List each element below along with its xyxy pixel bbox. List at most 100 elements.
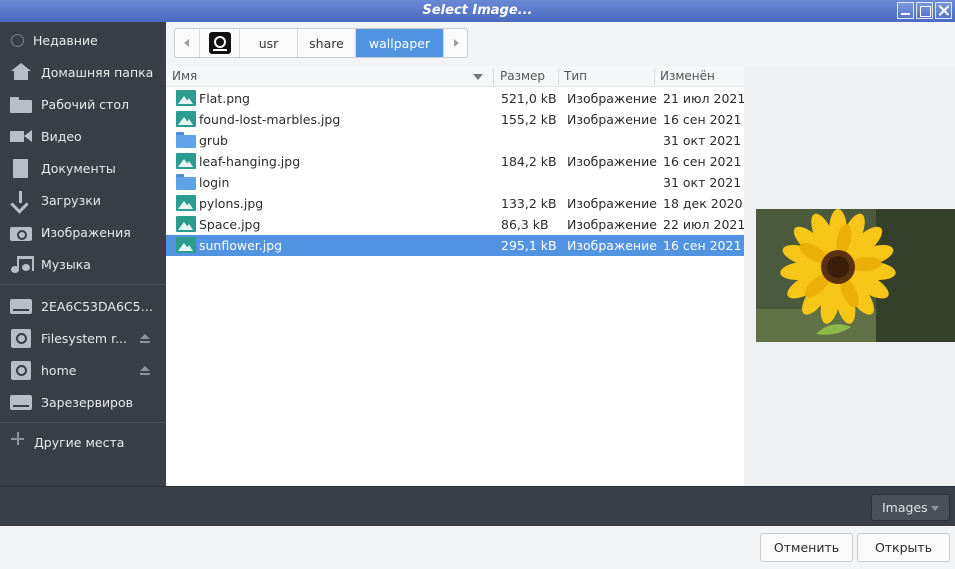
sidebar-item-home-volume[interactable]: home <box>0 356 166 384</box>
folder-icon <box>176 132 196 148</box>
file-size: 521,0 kB <box>501 91 557 106</box>
file-size: 155,2 kB <box>501 112 557 127</box>
file-size: 133,2 kB <box>501 196 557 211</box>
file-size: 295,1 kB <box>501 238 557 253</box>
sidebar-item-pictures[interactable]: Изображения <box>0 218 166 246</box>
column-divider <box>493 68 494 85</box>
file-modified: 16 сен 2021 <box>663 238 742 253</box>
disk-icon <box>9 360 33 380</box>
document-icon <box>9 158 33 178</box>
sidebar-item-desktop[interactable]: Рабочий стол <box>0 90 166 118</box>
file-type: Изображение <box>567 112 657 127</box>
clock-icon <box>11 33 24 47</box>
file-row[interactable]: leaf-hanging.jpg 184,2 kB Изображение 16… <box>166 151 744 172</box>
filter-bar: Images <box>0 486 955 526</box>
music-icon <box>9 254 34 274</box>
sidebar-item-home[interactable]: Домашняя папка <box>0 58 166 86</box>
image-preview-pane <box>744 66 955 486</box>
file-list: Имя Размер Тип Изменён Flat.png 521,0 kB… <box>166 66 746 486</box>
sidebar-item-label: Filesystem r... <box>41 330 127 346</box>
sidebar-item-filesystem[interactable]: Filesystem r... <box>0 324 166 352</box>
file-name: Space.jpg <box>199 217 261 232</box>
file-type: Изображение <box>567 217 657 232</box>
sidebar-item-label: Недавние <box>33 32 98 48</box>
sidebar-item-label: Домашняя папка <box>41 64 154 80</box>
filter-label: Images <box>882 500 928 515</box>
file-modified: 31 окт 2021 <box>663 133 742 148</box>
sidebar-item-label: Загрузки <box>41 192 101 208</box>
path-segment-share[interactable]: share <box>297 29 355 57</box>
folder-row[interactable]: grub 31 окт 2021 <box>166 130 744 151</box>
sort-descending-icon <box>473 74 483 80</box>
video-icon <box>9 126 33 146</box>
file-modified: 16 сен 2021 <box>663 154 742 169</box>
maximize-button[interactable] <box>916 2 933 19</box>
file-row[interactable]: Space.jpg 86,3 kB Изображение 22 июл 202… <box>166 214 746 235</box>
eject-icon[interactable] <box>140 334 150 343</box>
file-row[interactable]: found-lost-marbles.jpg 155,2 kB Изображе… <box>166 109 744 130</box>
action-bar: Отменить Открыть <box>0 526 955 569</box>
close-button[interactable] <box>935 2 952 19</box>
sidebar-item-label: 2EA6C53DA6C50... <box>41 298 156 314</box>
open-button[interactable]: Открыть <box>857 533 950 562</box>
home-icon <box>9 62 33 82</box>
file-type: Изображение <box>567 154 657 169</box>
column-size[interactable]: Размер <box>500 69 545 83</box>
sidebar-item-label: Зарезервиров <box>41 394 134 410</box>
root-drive-icon <box>208 32 231 54</box>
file-modified: 22 июл 2021 <box>663 217 746 232</box>
image-file-icon <box>176 153 196 169</box>
file-type: Изображение <box>567 238 657 253</box>
file-name: sunflower.jpg <box>199 238 283 253</box>
sidebar-item-downloads[interactable]: Загрузки <box>0 186 166 214</box>
download-icon <box>9 190 33 210</box>
path-segment-usr[interactable]: usr <box>239 29 297 57</box>
window-title: Select Image... <box>422 3 533 18</box>
file-type-filter-dropdown[interactable]: Images <box>871 494 950 521</box>
path-back-arrow-icon[interactable] <box>175 29 199 57</box>
file-row[interactable]: Flat.png 521,0 kB Изображение 21 июл 202… <box>166 88 746 109</box>
column-type[interactable]: Тип <box>564 69 587 83</box>
sidebar-item-music[interactable]: Музыка <box>0 250 166 278</box>
path-segment-wallpaper[interactable]: wallpaper <box>355 29 443 57</box>
file-type: Изображение <box>567 91 657 106</box>
drive-icon <box>9 392 33 412</box>
sidebar-item-video[interactable]: Видео <box>0 122 166 150</box>
file-type: Изображение <box>567 196 657 211</box>
sidebar: Недавние Домашняя папка Рабочий стол Вид… <box>0 22 166 486</box>
plus-icon <box>11 432 25 452</box>
file-name: pylons.jpg <box>199 196 264 211</box>
minimize-button[interactable] <box>897 2 914 19</box>
image-file-icon <box>176 216 196 232</box>
folder-row[interactable]: login 31 окт 2021 <box>166 172 744 193</box>
camera-icon <box>9 222 33 242</box>
file-row[interactable]: pylons.jpg 133,2 kB Изображение 18 дек 2… <box>166 193 744 214</box>
chevron-down-icon <box>931 506 939 511</box>
cancel-button[interactable]: Отменить <box>760 533 853 562</box>
eject-icon[interactable] <box>140 366 150 375</box>
path-segment-root[interactable] <box>199 29 239 57</box>
path-forward-arrow-icon[interactable] <box>443 29 467 57</box>
sidebar-item-label: Музыка <box>41 256 91 272</box>
sidebar-separator <box>0 422 166 423</box>
main-panel: usr share wallpaper Имя Размер Тип Измен… <box>166 22 955 486</box>
sidebar-item-label: Видео <box>41 128 82 144</box>
column-modified[interactable]: Изменён <box>660 69 715 83</box>
sidebar-item-label: Документы <box>41 160 116 176</box>
sidebar-item-documents[interactable]: Документы <box>0 154 166 182</box>
file-row-selected[interactable]: sunflower.jpg 295,1 kB Изображение 16 се… <box>166 235 744 256</box>
file-modified: 21 июл 2021 <box>663 91 746 106</box>
column-name[interactable]: Имя <box>172 69 197 83</box>
sidebar-item-other-locations[interactable]: Другие места <box>0 428 166 456</box>
file-modified: 31 окт 2021 <box>663 175 742 190</box>
column-header: Имя Размер Тип Изменён <box>166 66 744 87</box>
file-name: Flat.png <box>199 91 250 106</box>
sidebar-item-device[interactable]: 2EA6C53DA6C50... <box>0 292 166 320</box>
sidebar-item-recent[interactable]: Недавние <box>0 26 166 54</box>
sidebar-item-label: Изображения <box>41 224 131 240</box>
file-name: login <box>199 175 230 190</box>
sidebar-item-reserved[interactable]: Зарезервиров <box>0 388 166 416</box>
image-file-icon <box>176 237 196 253</box>
file-size: 184,2 kB <box>501 154 557 169</box>
sidebar-item-label: Другие места <box>34 434 125 450</box>
